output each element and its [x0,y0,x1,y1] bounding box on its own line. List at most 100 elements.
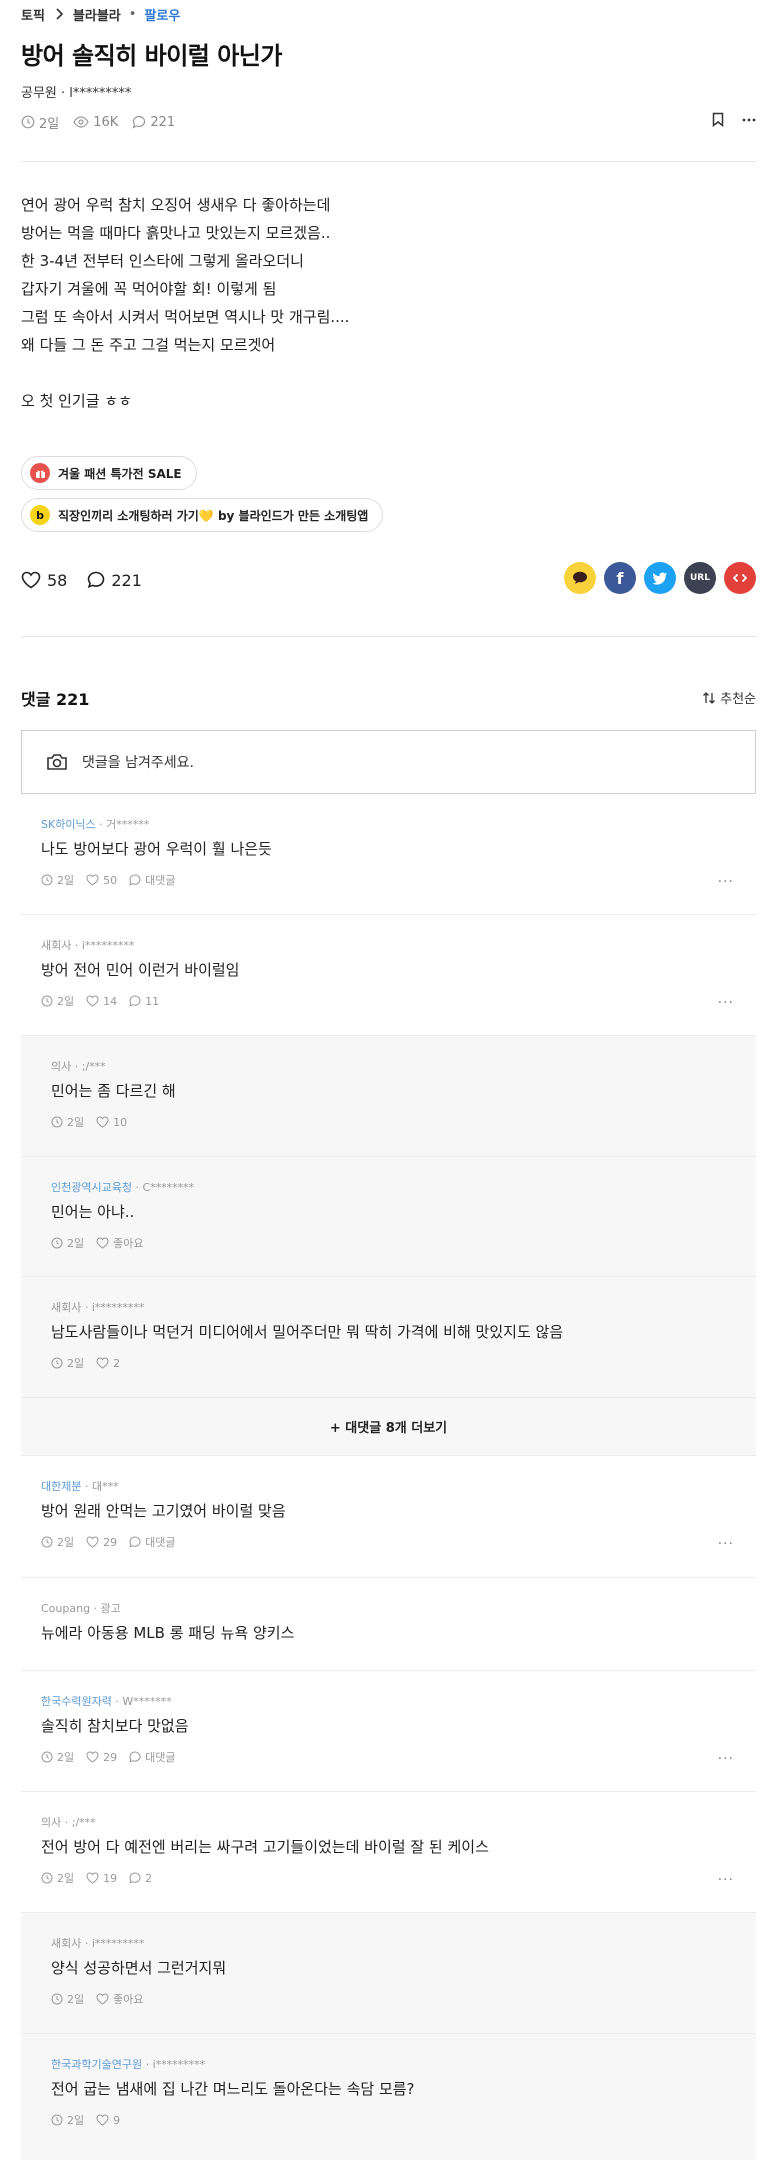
comment-like-button[interactable]: 19 [86,1872,117,1885]
comment-company[interactable]: 대한제분 [41,1480,81,1493]
comment-input[interactable]: 댓글을 남겨주세요. [21,730,756,794]
comment-meta: 2일 14 11 [41,993,171,1009]
comment-like-button[interactable]: 50 [86,874,117,887]
more-options-icon[interactable] [742,118,756,122]
comment-like-button[interactable]: 10 [96,1116,127,1129]
comment-like-button[interactable]: 2 [96,1357,120,1370]
sort-button[interactable]: 추천순 [702,688,756,707]
post-author: 공무원 · l********* [21,86,132,101]
post-body-line: 방어는 먹을 때마다 흙맛나고 맛있는지 모르겠음.. [21,224,331,242]
post-stats: 58 221 [21,568,162,592]
clock-icon [51,1993,63,2005]
comment-more-icon[interactable]: ··· [718,1872,734,1888]
speech-bubble-icon [88,571,105,588]
comment-item: 의사 · ;/*** 전어 방어 다 예전엔 버리는 싸구려 고기들이었는데 바… [21,1792,756,1913]
post-comments-count: 221 [132,115,175,130]
comment-company[interactable]: 한국수력원자력 [41,1695,112,1708]
share-buttons: f URL [556,562,756,594]
embed-code-icon[interactable] [724,562,756,594]
heart-icon [86,1536,99,1548]
comment-company[interactable]: 의사 [41,1816,61,1829]
comment-company[interactable]: SK하이닉스 [41,818,96,831]
comment-text: 나도 방어보다 광어 우럭이 훨 나은듯 [41,840,272,858]
speech-bubble-icon [129,1872,141,1884]
clock-icon [51,2114,63,2126]
post-title: 방어 솔직히 바이럴 아닌가 [21,42,282,70]
like-button[interactable]: 58 [21,571,67,590]
ad-source: Coupang · 광고 [41,1602,121,1615]
comment-text: 방어 전어 민어 이런거 바이럴임 [41,961,240,979]
comment-reply-button[interactable]: 대댓글 [129,872,176,888]
comment-company[interactable]: 새회사 [51,1937,81,1950]
comment-more-icon[interactable]: ··· [718,995,734,1011]
clock-icon [41,1751,53,1763]
comment-reply-button[interactable]: 11 [129,995,159,1008]
promo-pill[interactable]: 겨울 패션 특가전 SALE [21,456,197,490]
url-share-icon[interactable]: URL [684,562,716,594]
comment-like-button[interactable]: 29 [86,1536,117,1549]
post-body-line: 연어 광어 우럭 참치 오징어 생새우 다 좋아하는데 [21,196,331,214]
comment-meta: 2일 좋아요 [51,1991,156,2007]
comment-company[interactable]: 새회사 [41,939,71,952]
promo-label: 직장인끼리 소개팅하러 가기💛 by 블라인드가 만든 소개팅앱 [58,508,369,523]
heart-icon [86,874,99,886]
reply-item: 새회사 · i********* 양식 성공하면서 그런거지뭐 2일 좋아요 [21,1913,756,2034]
comment-text: 전어 방어 다 예전엔 버리는 싸구려 고기들이었는데 바이럴 잘 된 케이스 [41,1838,489,1856]
heart-icon [21,571,41,589]
comment-company[interactable]: 한국과학기술연구원 [51,2058,142,2071]
promo-pill[interactable]: b 직장인끼리 소개팅하러 가기💛 by 블라인드가 만든 소개팅앱 [21,498,384,532]
clock-icon [21,115,35,129]
bookmark-icon[interactable] [712,112,724,127]
comment-more-icon[interactable]: ··· [718,874,734,890]
ad-item[interactable]: Coupang · 광고 뉴에라 아동용 MLB 롱 패딩 뉴욕 양키스 [21,1578,756,1671]
comment-text: 남도사람들이나 먹던거 미디어에서 밀어주더만 뭐 딱히 가격에 비해 맛있지도… [51,1323,564,1341]
comment-author: 한국수력원자력 · W******* [41,1695,172,1708]
comment-reply-button[interactable]: 대댓글 [129,1749,176,1765]
breadcrumb-topic[interactable]: 토픽 [21,5,45,24]
clock-icon [51,1357,63,1369]
facebook-share-icon[interactable]: f [604,562,636,594]
post-time: 2일 [21,113,59,132]
comment-more-icon[interactable]: ··· [718,1751,734,1767]
divider [21,161,756,162]
post-body-line: 왜 다들 그 돈 주고 그걸 먹는지 모르겟어 [21,336,276,354]
comment-author: 새회사 · i********* [51,1937,145,1950]
ad-text: 뉴에라 아동용 MLB 롱 패딩 뉴욕 양키스 [41,1624,295,1642]
comment-like-button[interactable]: 9 [96,2114,120,2127]
breadcrumb-channel[interactable]: 블라블라 [73,5,121,24]
comment-button[interactable]: 221 [87,571,142,590]
comment-author: SK하이닉스 · 거****** [41,818,150,831]
comment-author: 새회사 · i********* [41,939,135,952]
post-body-line: 그럼 또 속아서 시켜서 먹어보면 역시나 맛 개구림.... [21,308,350,326]
comment-text: 민어는 아냐.. [51,1203,135,1221]
comment-meta: 2일 19 2 [41,1870,164,1886]
separator-dot: • [128,6,137,22]
comment-like-button[interactable]: 14 [86,995,117,1008]
post-views: 16K [73,115,118,130]
clock-icon [41,874,53,886]
comment-meta: 2일 좋아요 [51,1235,156,1251]
comment-like-button[interactable]: 29 [86,1751,117,1764]
comment-author: 의사 · ;/*** [41,1816,96,1829]
kakao-share-icon[interactable] [564,562,596,594]
follow-button[interactable]: 팔로우 [144,5,180,24]
comment-company[interactable]: 새회사 [51,1301,81,1314]
comment-author: 의사 · ;/*** [51,1060,106,1073]
comment-company[interactable]: 인천광역시교육청 [51,1181,132,1194]
more-replies-button[interactable]: + 대댓글 8개 더보기 [21,1398,756,1456]
heart-icon [96,2114,109,2126]
comment-reply-button[interactable]: 2 [129,1872,152,1885]
comment-more-icon[interactable]: ··· [718,1536,734,1552]
comment-like-button[interactable]: 좋아요 [96,1991,144,2007]
post-body-line: 오 첫 인기글 ㅎㅎ [21,392,132,410]
heart-icon [96,1993,109,2005]
sort-icon [703,691,716,704]
chevron-right-icon [55,8,63,20]
twitter-share-icon[interactable] [644,562,676,594]
comment-author: 새회사 · i********* [51,1301,145,1314]
promo-label: 겨울 패션 특가전 SALE [58,466,182,481]
comment-company[interactable]: 의사 [51,1060,71,1073]
clock-icon [41,1536,53,1548]
comment-reply-button[interactable]: 대댓글 [129,1534,176,1550]
comment-like-button[interactable]: 좋아요 [96,1235,144,1251]
